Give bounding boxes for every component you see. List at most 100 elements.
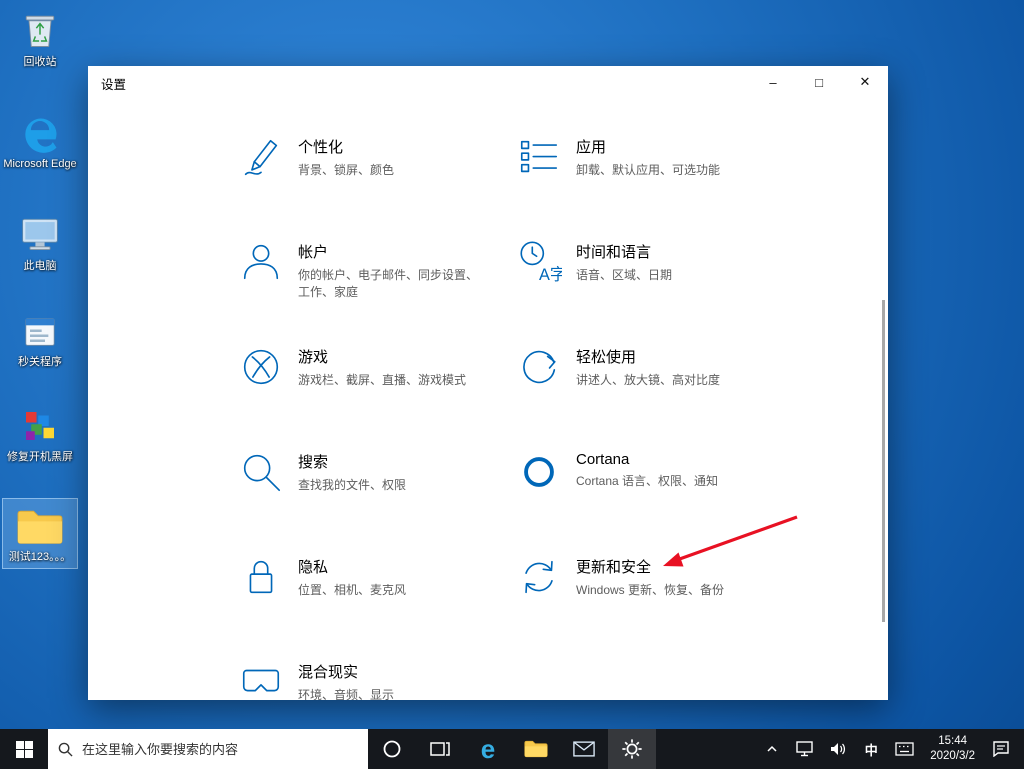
settings-category-personalization[interactable]: 个性化 背景、锁屏、颜色 [238,128,488,233]
category-desc: Cortana 语言、权限、通知 [576,474,719,488]
task-view-icon [430,742,450,756]
cortana-button[interactable] [368,729,416,769]
search-input[interactable] [82,741,358,757]
category-desc: 位置、相机、麦克风 [298,583,407,597]
svg-text:A字: A字 [539,266,562,284]
file-explorer-icon [524,740,548,758]
category-title: 搜索 [298,454,329,471]
speaker-icon [831,743,846,755]
system-tray: 中 15:44 2020/3/2 [759,729,1024,769]
desktop-icon-app-shutdown[interactable]: 秒关程序 [2,312,78,369]
clock-time: 15:44 [938,735,967,748]
desktop-icon-fix-blackscreen[interactable]: 修复开机黑屏 [2,405,78,464]
maximize-button[interactable]: □ [796,66,842,98]
settings-category-mixed-reality[interactable]: 混合现实 环境、音频、显示 [238,653,488,700]
category-desc: 查找我的文件、权限 [298,478,407,492]
desktop-icon-label: Microsoft Edge [3,158,77,170]
taskbar-clock[interactable]: 15:44 2020/3/2 [924,734,981,764]
recycle-bin-icon [25,15,55,47]
category-desc: 游戏栏、截屏、直播、游戏模式 [298,373,467,387]
category-desc: 背景、锁屏、颜色 [298,163,395,177]
desktop-icon-label: 此电脑 [23,260,57,272]
mixed-reality-icon [242,669,280,692]
category-title: 个性化 [298,139,344,156]
category-title: 隐私 [298,559,329,576]
clock-date: 2020/3/2 [930,750,975,762]
edge-taskbar-button[interactable]: e [464,729,512,769]
settings-category-accounts[interactable]: 帐户 你的帐户、电子邮件、同步设置、工作、家庭 [238,233,488,338]
volume-tray-button[interactable] [825,729,851,769]
taskbar-search[interactable] [48,729,368,769]
window-title: 设置 [101,77,127,92]
category-desc: 语音、区域、日期 [576,268,673,282]
desktop-icon-recycle-bin[interactable]: 回收站 [2,8,78,69]
category-title: 游戏 [298,349,329,366]
time-language-icon: A字 [520,241,562,284]
window-titlebar[interactable]: 设置 – □ ✕ [88,66,888,100]
category-desc: 你的帐户、电子邮件、同步设置、工作、家庭 [298,268,479,300]
settings-category-ease-of-access[interactable]: 轻松使用 讲述人、放大镜、高对比度 [516,338,766,443]
desktop-icon-label: 测试123。。。 [8,551,72,563]
update-security-icon [525,560,553,594]
folder-icon [17,510,63,544]
network-tray-button[interactable] [792,729,818,769]
desktop-icon-label: 回收站 [23,56,57,68]
settings-category-grid: 个性化 背景、锁屏、颜色 应用 卸载、默认应用、可选功能 帐户 你的帐户、电子邮… [238,128,794,700]
category-title: 帐户 [298,244,329,261]
action-center-button[interactable] [988,729,1014,769]
settings-category-privacy[interactable]: 隐私 位置、相机、麦克风 [238,548,488,653]
ease-of-access-icon [523,350,556,384]
keyboard-icon [895,742,914,756]
apps-icon [520,140,558,173]
category-title: 更新和安全 [576,559,652,576]
cortana-taskbar-icon [383,740,401,758]
category-desc: 环境、音频、显示 [298,688,395,700]
desktop-icon-label: 修复开机黑屏 [7,451,73,463]
hidden-icons-button[interactable] [759,729,785,769]
file-explorer-button[interactable] [512,729,560,769]
edge-taskbar-icon: e [480,734,496,764]
privacy-lock-icon [249,560,273,594]
settings-category-search[interactable]: 搜索 查找我的文件、权限 [238,443,488,548]
minimize-button[interactable]: – [750,66,796,98]
notification-icon [993,741,1009,757]
desktop: 回收站 Microsoft Edge 此电脑 秒关程序 修复开机黑屏 测试123… [0,0,1024,769]
desktop-icon-test-folder[interactable]: 测试123。。。 [2,498,78,570]
settings-category-update-security[interactable]: 更新和安全 Windows 更新、恢复、备份 [516,548,766,653]
category-title: 应用 [576,139,607,156]
task-view-button[interactable] [416,729,464,769]
window-scrollbar-thumb[interactable] [882,300,885,622]
search-icon [58,742,73,757]
desktop-icon-edge[interactable]: Microsoft Edge [2,110,78,171]
category-desc: 卸载、默认应用、可选功能 [576,163,721,177]
search-category-icon [243,454,281,492]
settings-window: 设置 – □ ✕ 个性化 背景、锁屏、颜色 应用 卸载、默认应用、可选功能 帐户… [88,66,888,700]
accounts-icon [243,244,279,280]
start-button[interactable] [0,729,48,769]
mail-button[interactable] [560,729,608,769]
settings-gear-icon [622,739,642,759]
taskbar: e [0,729,1024,769]
this-pc-icon [22,218,58,251]
category-title: Cortana [576,451,630,468]
settings-category-time-language[interactable]: A字 时间和语言 语音、区域、日期 [516,233,766,338]
gaming-xbox-icon [243,349,279,385]
settings-category-cortana[interactable]: Cortana Cortana 语言、权限、通知 [516,443,766,548]
ime-indicator[interactable]: 中 [858,729,884,769]
settings-category-gaming[interactable]: 游戏 游戏栏、截屏、直播、游戏模式 [238,338,488,443]
settings-taskbar-button[interactable] [608,729,656,769]
category-title: 轻松使用 [576,349,637,366]
chevron-up-icon [767,745,777,752]
close-button[interactable]: ✕ [842,66,888,98]
app-window-icon [25,318,55,346]
category-title: 混合现实 [298,664,359,681]
edge-icon [25,118,57,153]
network-icon [796,741,813,757]
desktop-icon-this-pc[interactable]: 此电脑 [2,212,78,273]
desktop-icon-label: 秒关程序 [18,356,62,368]
settings-category-apps[interactable]: 应用 卸载、默认应用、可选功能 [516,128,766,233]
windows-logo-icon [15,740,33,758]
touch-keyboard-button[interactable] [891,729,917,769]
category-title: 时间和语言 [576,244,652,261]
ime-label: 中 [864,742,878,758]
